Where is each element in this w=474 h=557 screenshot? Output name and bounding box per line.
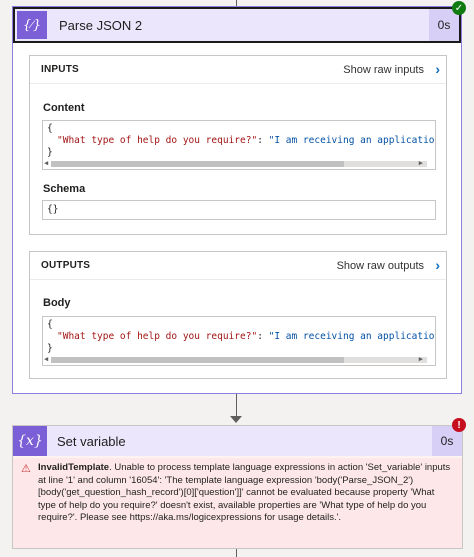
- body-code-box[interactable]: { "What type of help do you require?": "…: [42, 316, 436, 366]
- outputs-section: OUTPUTS Show raw outputs › Body { "What …: [29, 251, 447, 379]
- content-sep: :: [257, 135, 269, 146]
- inputs-section: INPUTS Show raw inputs › Content { "What…: [29, 55, 447, 235]
- scroll-right-icon[interactable]: ▶: [419, 355, 423, 363]
- content-value: "I am receiving an application e: [268, 135, 436, 146]
- flow-connector-middle: [236, 394, 237, 416]
- content-open-brace: {: [47, 123, 53, 134]
- chevron-right-icon[interactable]: ›: [435, 257, 440, 273]
- content-hscrollbar[interactable]: [51, 161, 427, 167]
- scroll-left-icon[interactable]: ◀: [44, 159, 48, 167]
- body-sep: :: [257, 331, 269, 342]
- body-json-line: "What type of help do you require?": "I …: [57, 331, 436, 342]
- parse-json-card[interactable]: {⁄} Parse JSON 2 0s INPUTS Show raw inpu…: [12, 6, 462, 394]
- body-hscroll-thumb[interactable]: [51, 357, 345, 363]
- content-key: "What type of help do you require?": [57, 135, 258, 146]
- parse-json-header[interactable]: {⁄} Parse JSON 2 0s: [13, 7, 461, 43]
- body-value: "I am receiving an application e: [268, 331, 436, 342]
- body-hscrollbar[interactable]: [51, 357, 427, 363]
- chevron-right-icon[interactable]: ›: [435, 61, 440, 77]
- parse-json-title: Parse JSON 2: [59, 18, 143, 33]
- arrow-down-icon: [230, 416, 242, 423]
- check-icon: ✓: [452, 1, 466, 15]
- flow-connector-bottom: [236, 549, 237, 557]
- body-close-brace: }: [47, 343, 53, 354]
- content-label: Content: [43, 102, 85, 114]
- set-variable-card[interactable]: {x} Set variable 0s ⚠ InvalidTemplate. U…: [12, 425, 463, 549]
- variable-icon: {x}: [13, 426, 47, 456]
- schema-value: {}: [47, 204, 59, 215]
- content-code-box[interactable]: { "What type of help do you require?": "…: [42, 120, 436, 170]
- error-message-panel: ⚠ InvalidTemplate. Unable to process tem…: [13, 458, 462, 548]
- body-label: Body: [43, 297, 71, 309]
- error-code: InvalidTemplate: [38, 462, 110, 473]
- error-text: InvalidTemplate. Unable to process templ…: [38, 462, 452, 525]
- outputs-header[interactable]: OUTPUTS Show raw outputs ›: [30, 252, 446, 280]
- set-variable-header[interactable]: {x} Set variable 0s: [13, 426, 462, 456]
- inputs-label: INPUTS: [41, 64, 79, 75]
- schema-code-box[interactable]: {}: [42, 200, 436, 220]
- scroll-left-icon[interactable]: ◀: [44, 355, 48, 363]
- show-raw-outputs-link[interactable]: Show raw outputs: [337, 260, 424, 272]
- content-close-brace: }: [47, 147, 53, 158]
- inputs-header[interactable]: INPUTS Show raw inputs ›: [30, 56, 446, 84]
- content-hscroll-thumb[interactable]: [51, 161, 345, 167]
- error-icon: !: [452, 418, 466, 432]
- schema-label: Schema: [43, 183, 86, 195]
- warning-icon: ⚠: [21, 463, 31, 475]
- body-open-brace: {: [47, 319, 53, 330]
- show-raw-inputs-link[interactable]: Show raw inputs: [343, 64, 424, 76]
- set-variable-title: Set variable: [57, 434, 126, 449]
- braces-icon: {⁄}: [17, 11, 47, 39]
- content-json-line: "What type of help do you require?": "I …: [57, 135, 436, 146]
- outputs-label: OUTPUTS: [41, 260, 91, 271]
- scroll-right-icon[interactable]: ▶: [419, 159, 423, 167]
- body-key: "What type of help do you require?": [57, 331, 258, 342]
